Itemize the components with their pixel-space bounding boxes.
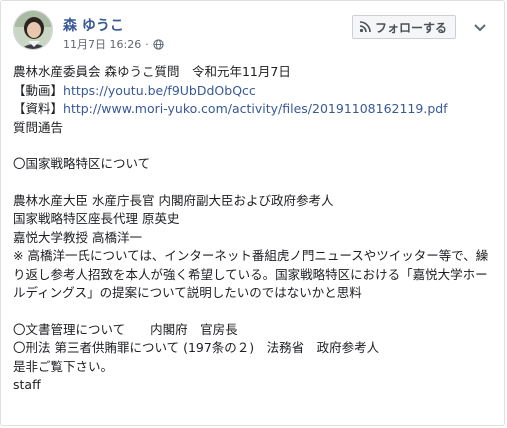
video-label: 【動画】 xyxy=(13,82,64,98)
post-meta: 11月7日 16:26 · xyxy=(63,36,164,52)
section1-line1: 農林水産大臣 水産庁長官 内閣府副大臣および政府参考人 xyxy=(13,192,334,208)
post-menu-button[interactable] xyxy=(468,15,492,39)
author-name[interactable]: 森 ゆうこ xyxy=(63,15,124,35)
video-line: 【動画】https://youtu.be/f9UbDdObQcc xyxy=(13,82,496,101)
chevron-down-icon xyxy=(474,24,486,32)
avatar[interactable] xyxy=(13,10,53,50)
intro-line: 農林水産委員会 森ゆうこ質問 令和元年11月7日 xyxy=(13,64,291,79)
doc-label: 【資料】 xyxy=(13,101,64,116)
section3-line: 〇刑法 第三者供賄罪について (197条の２) 法務省 政府参考人 xyxy=(13,340,380,355)
facebook-post: 森 ゆうこ 11月7日 16:26 · フォローする 農林水産委員会 森ゆうこ質… xyxy=(0,0,505,426)
section2-line: 〇文書管理について 内閣府 官房長 xyxy=(13,321,238,337)
video-link[interactable]: https://youtu.be/f9UbDdObQcc xyxy=(63,83,256,98)
post-timestamp[interactable]: 11月7日 16:26 xyxy=(63,36,141,52)
section1-line3: 嘉悦大学教授 高橋洋一 xyxy=(13,229,142,245)
closing-line: 是非ご覧下さい。 xyxy=(13,358,114,374)
section1-title: 〇国家戦略特区について xyxy=(13,156,151,171)
rss-icon xyxy=(359,21,371,33)
follow-button[interactable]: フォローする xyxy=(351,15,456,39)
notice-line: 質問通告 xyxy=(13,119,64,135)
meta-separator: · xyxy=(145,37,149,51)
post-header: 森 ゆうこ 11月7日 16:26 · フォローする xyxy=(13,10,494,54)
follow-label: フォローする xyxy=(374,20,447,35)
signature: staff xyxy=(13,377,41,392)
globe-icon[interactable] xyxy=(153,38,164,50)
section1-note: ※ 高橋洋一氏については、インターネット番組虎ノ門ニュースやツイッター等で、繰り… xyxy=(13,248,489,300)
doc-link[interactable]: http://www.mori-yuko.com/activity/files/… xyxy=(63,101,448,116)
section1-line2: 国家戦略特区座長代理 原英史 xyxy=(13,211,180,226)
post-body: 農林水産委員会 森ゆうこ質問 令和元年11月7日 【動画】https://you… xyxy=(13,63,496,395)
doc-line: 【資料】http://www.mori-yuko.com/activity/fi… xyxy=(13,100,496,119)
